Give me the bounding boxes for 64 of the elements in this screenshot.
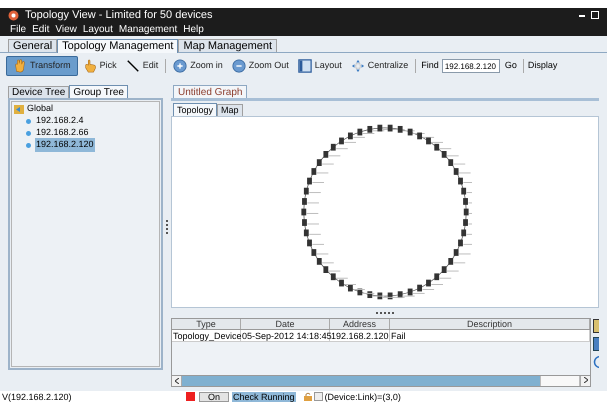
tree-item[interactable]: 192.168.2.120 (35, 138, 95, 152)
table-cell: Topology_Device (172, 330, 241, 341)
tree-item[interactable]: 192.168.2.4 (35, 114, 85, 128)
column-header[interactable]: Description (390, 319, 590, 329)
zoom-in-icon (173, 59, 188, 73)
graph-tab[interactable]: Untitled Graph (173, 85, 248, 98)
go-button[interactable]: Go (500, 59, 521, 73)
folder-icon (14, 104, 24, 114)
maximize-icon[interactable] (591, 11, 599, 19)
status-label: Check Running (232, 392, 296, 402)
line-icon (126, 59, 140, 73)
tab[interactable]: Group Tree (69, 85, 128, 98)
find-label: Find (420, 59, 440, 72)
device-dot-icon (26, 142, 31, 148)
checkbox[interactable] (314, 392, 323, 401)
tab[interactable]: Map (217, 104, 243, 116)
tool-button[interactable]: Zoom Out (228, 56, 293, 76)
tab[interactable]: General (8, 39, 58, 52)
window-title: Topology View - Limited for 50 devices (25, 8, 213, 23)
column-header[interactable]: Address (330, 319, 390, 329)
lock-icon (304, 392, 312, 401)
tab[interactable]: Topology (173, 103, 218, 116)
tool-button[interactable]: Centralize (346, 56, 412, 76)
tree-item[interactable]: Global (27, 102, 54, 116)
count-label: (Device:Link)=(3,0) (324, 392, 401, 402)
menu-item[interactable]: View (55, 22, 77, 36)
app-icon (8, 10, 19, 20)
tree-item[interactable]: 192.168.2.66 (35, 126, 90, 140)
menu-item[interactable]: Edit (32, 22, 50, 36)
tool-button[interactable]: Layout (294, 56, 346, 76)
scrollbar-thumb[interactable] (540, 376, 580, 386)
vertex-label: V(192.168.2.120) (1, 392, 73, 402)
layout-icon (298, 59, 312, 73)
splitter-handle-icon[interactable] (376, 312, 394, 314)
minimize-icon[interactable] (579, 13, 585, 17)
menu-item[interactable]: Layout (82, 22, 113, 36)
tool-button[interactable]: Pick (78, 56, 121, 76)
table-cell: 05-Sep-2012 14:18:45 (241, 330, 330, 341)
splitter-handle-icon[interactable] (166, 220, 168, 236)
tool-button[interactable]: Transform (6, 56, 78, 76)
display-button[interactable]: Display (526, 59, 560, 73)
arrows-icon (350, 59, 365, 73)
scroll-left-icon[interactable] (172, 376, 182, 386)
device-dot-icon (26, 118, 31, 124)
tool-button[interactable]: Edit (122, 56, 162, 76)
menu-item[interactable]: Help (183, 22, 204, 36)
table-cell: Fail (390, 330, 590, 341)
hand-icon (13, 59, 27, 73)
device-dot-icon (26, 130, 31, 136)
tool-button[interactable]: Zoom in (169, 56, 227, 76)
column-header[interactable]: Type (172, 319, 241, 329)
find-field[interactable]: 192.168.2.120 (442, 59, 500, 73)
on-button[interactable]: On (199, 392, 230, 402)
tab[interactable]: Topology Management (57, 39, 178, 53)
zoom-out-icon (232, 59, 246, 73)
scroll-right-icon[interactable] (580, 376, 590, 386)
tab[interactable]: Device Tree (8, 86, 70, 98)
status-indicator (186, 392, 195, 401)
column-header[interactable]: Date (241, 319, 330, 329)
table-cell: 192.168.2.120 (330, 330, 390, 341)
pointing-hand-icon (82, 59, 97, 73)
menu-item[interactable]: Management (118, 22, 178, 36)
tab[interactable]: Map Management (178, 39, 278, 52)
menu-item[interactable]: File (10, 22, 26, 36)
